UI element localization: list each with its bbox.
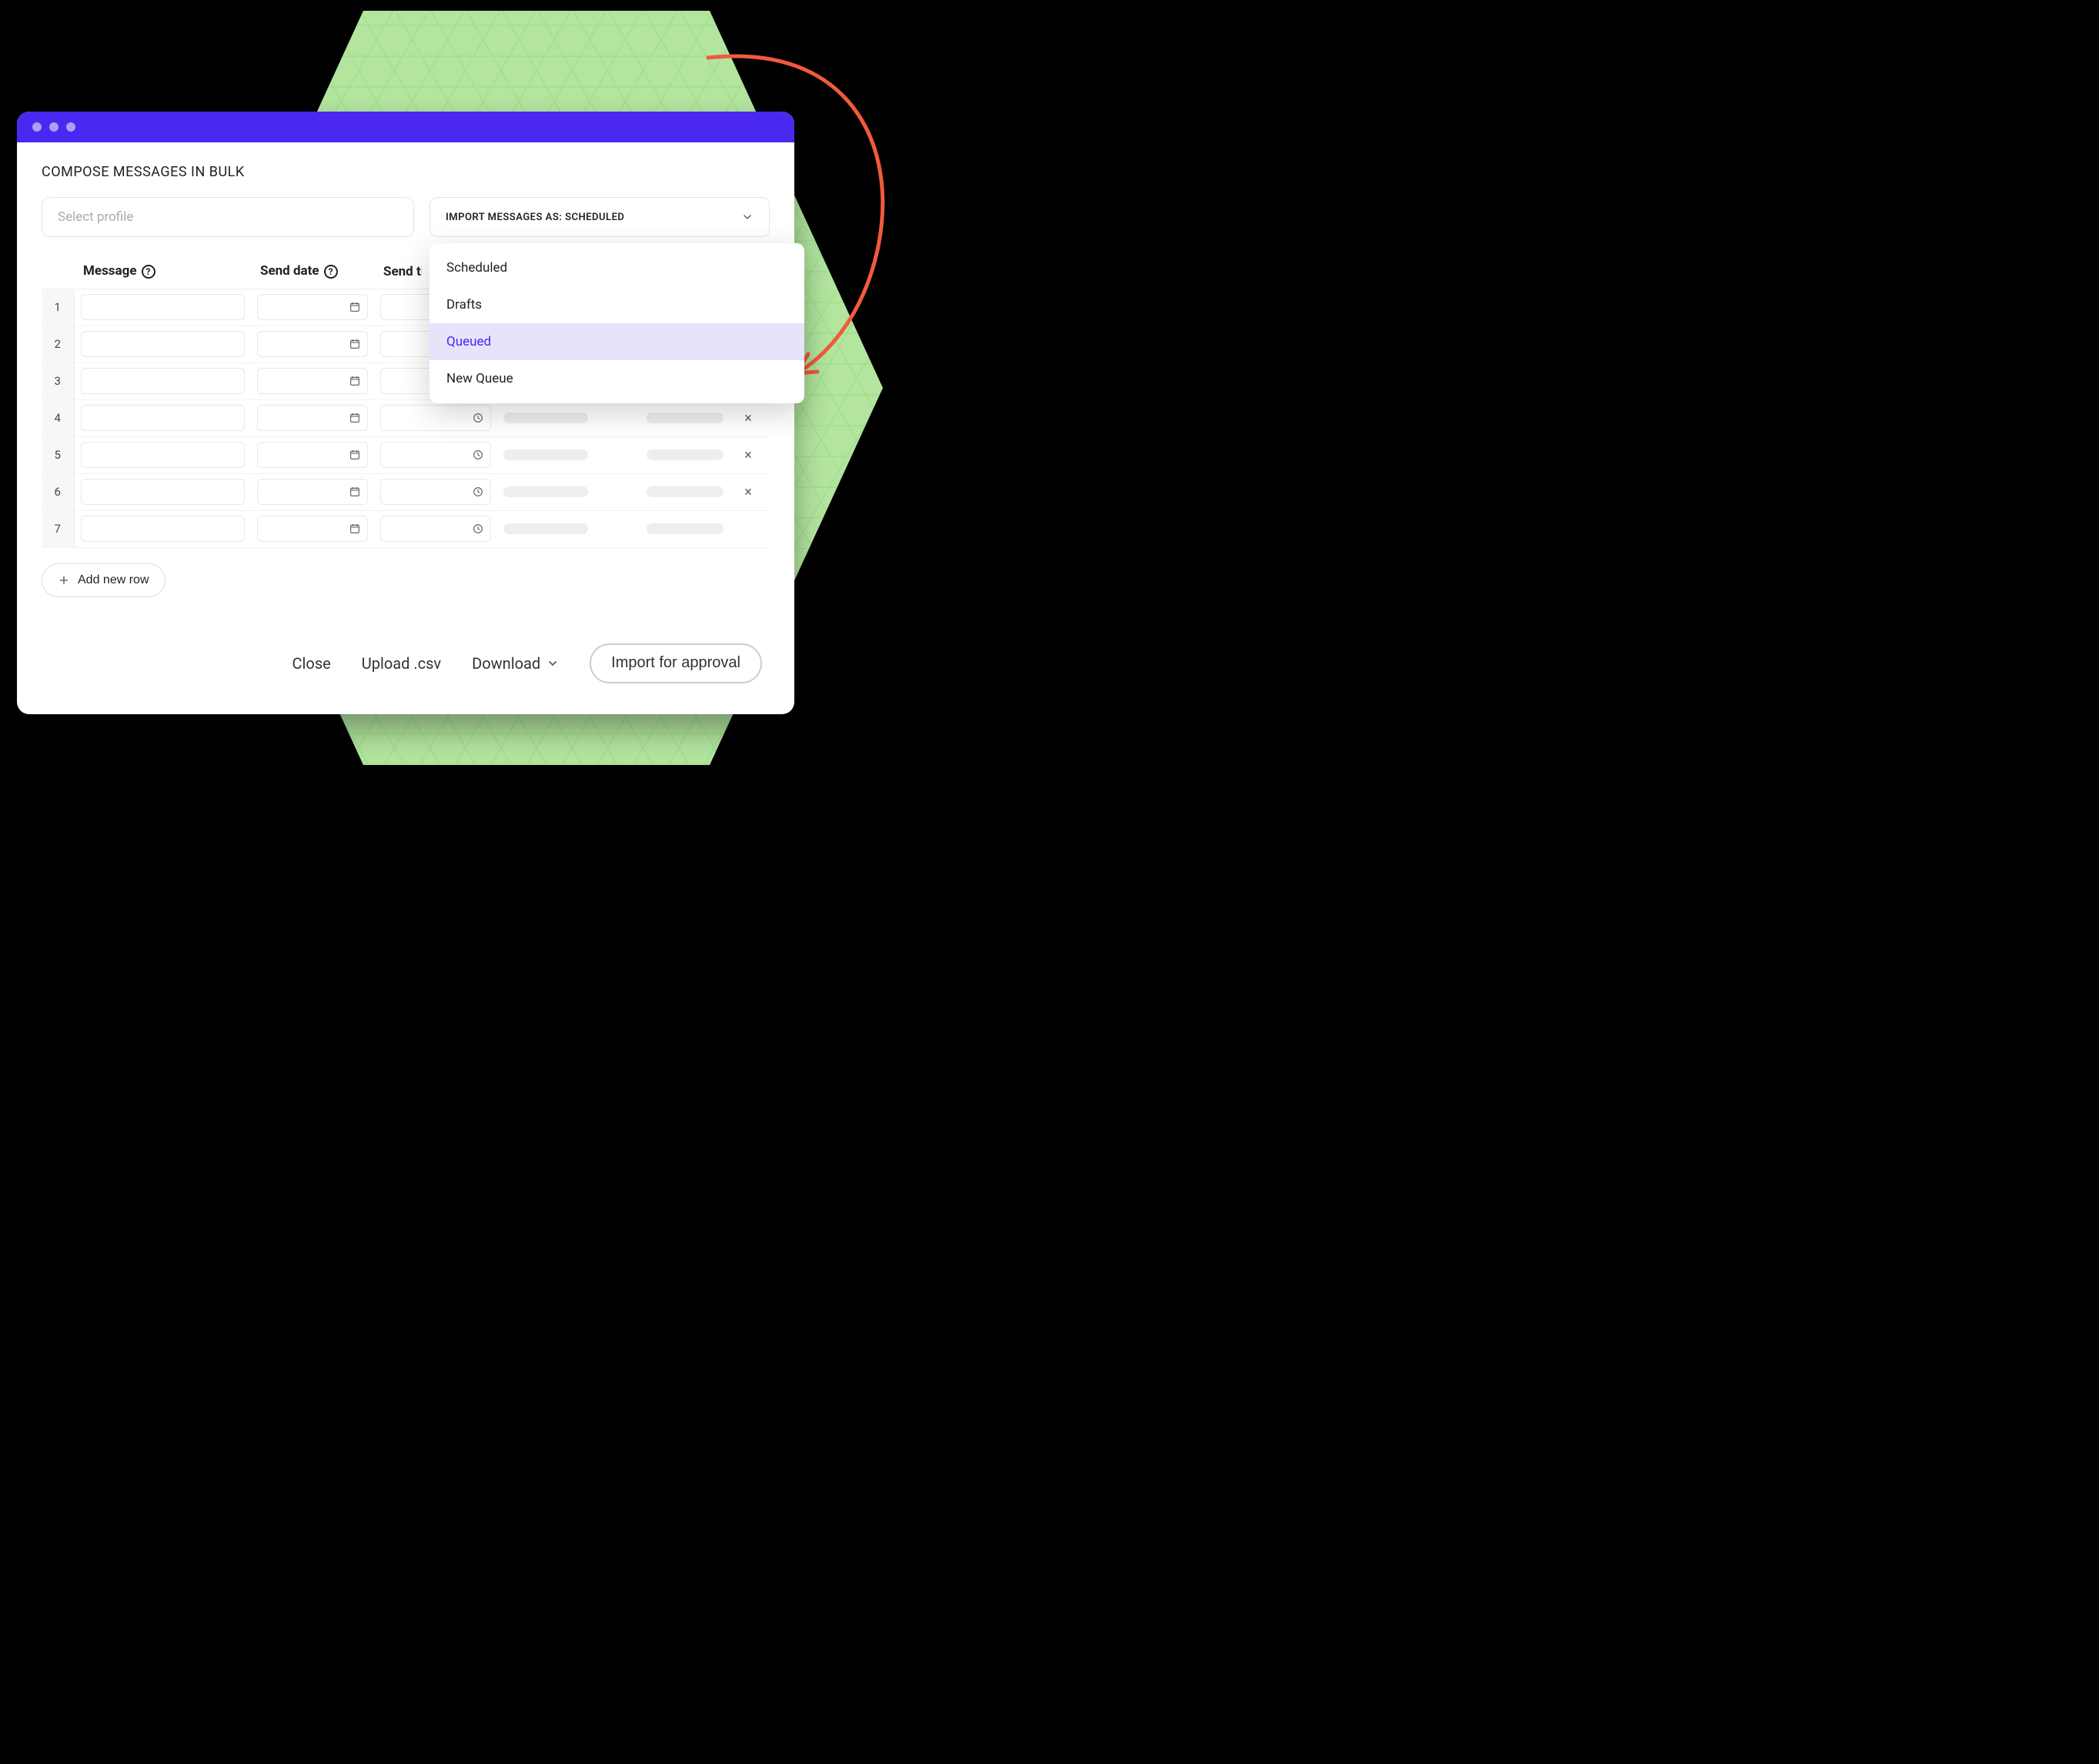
send-date-input[interactable] [257, 479, 368, 505]
import-option-drafts[interactable]: Drafts [429, 286, 804, 323]
download-button[interactable]: Download [472, 654, 559, 673]
placeholder-pill [503, 449, 588, 460]
message-input[interactable] [81, 368, 246, 394]
window-control-dot[interactable] [32, 122, 42, 132]
send-date-input[interactable] [257, 516, 368, 542]
remove-row-button[interactable]: × [739, 446, 757, 464]
col-send-date: Send date? [251, 254, 374, 289]
add-new-row-button[interactable]: Add new row [42, 563, 165, 597]
send-time-input[interactable] [380, 516, 491, 542]
plus-icon [58, 574, 70, 586]
placeholder-pill [647, 486, 724, 497]
remove-row-button[interactable]: × [739, 483, 757, 501]
chevron-down-icon [741, 211, 754, 223]
message-input[interactable] [81, 442, 246, 468]
calendar-icon [349, 412, 361, 424]
send-time-input[interactable] [380, 405, 491, 431]
message-input[interactable] [81, 331, 246, 357]
import-dropdown-label: IMPORT MESSAGES AS: SCHEDULED [446, 212, 624, 223]
row-number: 3 [42, 362, 74, 399]
table-row: 4× [42, 399, 770, 436]
table-row: 7 [42, 510, 770, 547]
clock-icon [472, 486, 484, 498]
calendar-icon [349, 301, 361, 313]
row-number: 1 [42, 289, 74, 326]
message-input[interactable] [81, 405, 246, 431]
remove-row-button[interactable]: × [739, 409, 757, 427]
message-input[interactable] [81, 516, 246, 542]
calendar-icon [349, 523, 361, 535]
help-icon[interactable]: ? [142, 265, 155, 279]
placeholder-pill [503, 523, 588, 534]
row-number: 2 [42, 326, 74, 362]
placeholder-pill [647, 523, 724, 534]
import-option-queued[interactable]: Queued [429, 323, 804, 360]
table-row: 6× [42, 473, 770, 510]
placeholder-pill [647, 449, 724, 460]
close-button[interactable]: Close [292, 654, 331, 673]
calendar-icon [349, 338, 361, 350]
message-input[interactable] [81, 479, 246, 505]
send-date-input[interactable] [257, 331, 368, 357]
placeholder-pill [503, 413, 588, 423]
chevron-down-icon [546, 657, 559, 670]
calendar-icon [349, 449, 361, 461]
import-messages-dropdown[interactable]: IMPORT MESSAGES AS: SCHEDULED Scheduled … [429, 197, 770, 237]
message-input[interactable] [81, 294, 246, 320]
import-option-scheduled[interactable]: Scheduled [429, 249, 804, 286]
calendar-icon [349, 486, 361, 498]
clock-icon [472, 449, 484, 461]
window-content: COMPOSE MESSAGES IN BULK Select profile … [17, 142, 794, 714]
clock-icon [472, 523, 484, 535]
top-controls-row: Select profile IMPORT MESSAGES AS: SCHED… [42, 197, 770, 237]
page-title: COMPOSE MESSAGES IN BULK [42, 164, 770, 180]
send-date-input[interactable] [257, 294, 368, 320]
send-time-input[interactable] [380, 479, 491, 505]
import-for-approval-button[interactable]: Import for approval [590, 643, 762, 683]
import-dropdown-menu: Scheduled Drafts Queued New Queue [429, 243, 804, 403]
app-window: COMPOSE MESSAGES IN BULK Select profile … [17, 112, 794, 714]
placeholder-pill [503, 486, 588, 497]
row-number: 4 [42, 399, 74, 436]
row-number: 5 [42, 436, 74, 473]
send-date-input[interactable] [257, 442, 368, 468]
upload-csv-button[interactable]: Upload .csv [362, 654, 441, 673]
import-option-new-queue[interactable]: New Queue [429, 360, 804, 397]
send-date-input[interactable] [257, 405, 368, 431]
window-control-dot[interactable] [66, 122, 75, 132]
help-icon[interactable]: ? [324, 265, 338, 279]
window-titlebar [17, 112, 794, 142]
col-message: Message? [74, 254, 251, 289]
calendar-icon [349, 375, 361, 387]
import-dropdown-trigger[interactable]: IMPORT MESSAGES AS: SCHEDULED [429, 197, 770, 237]
window-control-dot[interactable] [49, 122, 58, 132]
table-row: 5× [42, 436, 770, 473]
footer-actions: Close Upload .csv Download Import for ap… [42, 643, 770, 683]
clock-icon [472, 412, 484, 424]
placeholder-pill [647, 413, 724, 423]
send-date-input[interactable] [257, 368, 368, 394]
row-number: 6 [42, 473, 74, 510]
add-row-label: Add new row [78, 573, 149, 587]
select-profile-dropdown[interactable]: Select profile [42, 197, 414, 237]
select-profile-placeholder: Select profile [58, 209, 133, 225]
send-time-input[interactable] [380, 442, 491, 468]
row-number: 7 [42, 510, 74, 547]
